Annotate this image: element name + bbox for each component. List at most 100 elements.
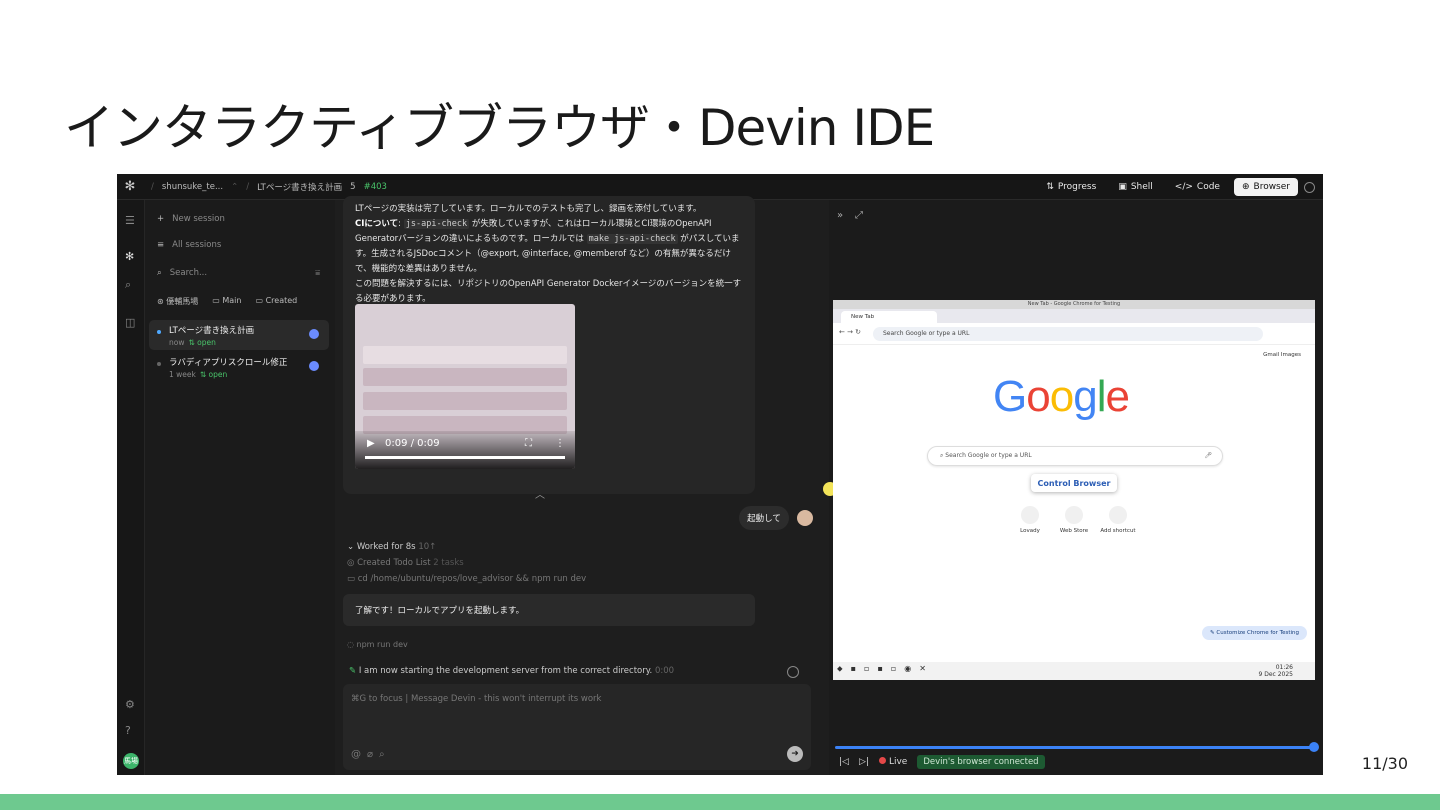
shortcut-tile[interactable]: Lovady — [1005, 506, 1055, 534]
session-badge — [309, 329, 319, 339]
message-composer[interactable]: ⌘G to focus | Message Devin - this won't… — [343, 684, 811, 770]
devin-ide-screenshot: ✻ / shunsuke_te... ⌃ / LTページ書き換え計画 5 #40… — [117, 174, 1323, 775]
search-icon: ⌕ — [157, 268, 162, 278]
session-title: ラバディアプリスクロール修正 — [169, 358, 288, 368]
pull-request-link[interactable]: #403 — [364, 182, 387, 192]
tab-strip: New Tab — [833, 309, 1315, 323]
taskbar-apps[interactable]: ⬥▪▫▪▫◉✕ — [837, 664, 934, 674]
devin-logo-icon[interactable]: ✻ — [117, 179, 143, 194]
breadcrumb-user[interactable]: shunsuke_te... — [162, 182, 223, 192]
search-icon[interactable]: ⌕ — [125, 278, 131, 292]
shortcut-tile[interactable]: Add shortcut — [1093, 506, 1143, 534]
repo-branch-row: ⊛ 優輔馬場 ▭ Main ▭ Created — [157, 296, 297, 307]
devin-reply: 了解です！ローカルでアプリを起動します。 — [343, 594, 755, 626]
session-item[interactable]: ラバディアプリスクロール修正 1 week ⇅ open — [149, 352, 329, 382]
step-item: ▭ cd /home/ubuntu/repos/love_advisor && … — [347, 574, 587, 584]
google-links[interactable]: Gmail Images — [1263, 352, 1301, 358]
fullscreen-icon[interactable]: ⛶ — [525, 438, 532, 449]
file-count: 5 — [350, 181, 356, 192]
google-search-input[interactable]: ⌕ Search Google or type a URL 🎤︎ — [927, 446, 1223, 466]
tab-progress[interactable]: ⇅ Progress — [1038, 178, 1104, 196]
more-icon[interactable]: ⋮ — [555, 438, 565, 449]
message-paragraph: LTページの実装は完了しています。ローカルでのテストも完了し、録画を添付していま… — [355, 204, 702, 214]
inactive-dot-icon — [157, 362, 161, 366]
mic-icon: 🎤︎ — [1204, 452, 1212, 459]
collapse-chevron-icon[interactable]: ︿ — [535, 486, 545, 501]
toolbar: ← → ↻ Search Google or type a URL — [833, 323, 1315, 345]
video-scrubber[interactable] — [365, 456, 565, 459]
chat-panel: LTページの実装は完了しています。ローカルでのテストも完了し、録画を添付していま… — [335, 196, 1038, 775]
status-line: ✎ I am now starting the development serv… — [349, 666, 675, 676]
mention-icon[interactable]: @ — [351, 749, 367, 760]
browser-tab[interactable]: New Tab — [841, 311, 937, 323]
timeline-knob[interactable] — [1309, 742, 1319, 752]
replay-timeline[interactable] — [835, 742, 1319, 752]
session-item[interactable]: LTページ書き換え計画 now ⇅ open — [149, 320, 329, 350]
repo-selector[interactable]: ⊛ 優輔馬場 — [157, 296, 198, 307]
breadcrumb-separator: / — [151, 181, 154, 192]
sessions-sidebar: + New session ≡ All sessions ⌕ Search... ⩸ ⊛… — [145, 200, 335, 775]
panel-icon[interactable]: ◫ — [125, 316, 135, 329]
user-avatar — [797, 510, 813, 526]
worked-summary[interactable]: ⌄ Worked for 8s 10↑ — [347, 542, 436, 552]
os-taskbar: ⬥▪▫▪▫◉✕ 01:26 9 Dec 2025 — [833, 662, 1315, 680]
slide-title: インタラクティブブラウザ・Devin IDE — [64, 99, 935, 157]
command-line: ◌ npm run dev — [347, 640, 408, 649]
breadcrumb-session[interactable]: LTページ書き換え計画 — [257, 181, 342, 193]
session-badge — [309, 361, 319, 371]
search-input[interactable]: ⌕ Search... ⩸ — [157, 268, 320, 278]
stop-icon[interactable] — [787, 666, 799, 678]
search-icon[interactable]: ⌕ — [379, 749, 391, 760]
tab-code[interactable]: </> Code — [1167, 178, 1228, 196]
skip-back-icon[interactable]: |◁ — [839, 757, 849, 767]
browser-panel: » ⤢ New Tab - Google Chrome for Testing … — [823, 200, 1323, 775]
skip-forward-icon[interactable]: ▷| — [859, 757, 869, 767]
devin-icon[interactable]: ✻ — [125, 250, 134, 263]
status-icon: ✎ — [349, 666, 357, 676]
branch-selector[interactable]: ▭ Main — [212, 296, 241, 307]
send-button[interactable]: ➜ — [787, 746, 803, 762]
control-browser-button[interactable]: Control Browser — [1031, 474, 1117, 492]
terminal-icon: ▣ — [1118, 182, 1127, 192]
more-icon[interactable] — [1304, 181, 1315, 193]
user-message: 起動して — [739, 506, 789, 530]
fullscreen-icon[interactable]: ⤢ — [855, 210, 863, 221]
video-time: 0:09 / 0:09 — [385, 438, 440, 449]
attach-icon[interactable]: ⌀ — [367, 749, 379, 760]
video-thumbnail — [363, 316, 567, 434]
composer-placeholder: ⌘G to focus | Message Devin - this won't… — [351, 694, 602, 704]
message-paragraph: CIについて: js-api-check が失敗していますが、これはローカル環境… — [355, 219, 740, 274]
icon-rail: ☰ ✻ ⌕ ◫ ⚙ ? 馬場 — [117, 200, 145, 775]
play-icon[interactable]: ▶ — [367, 438, 375, 449]
breadcrumb-separator: / — [246, 181, 250, 192]
page-number: 11/30 — [1361, 754, 1408, 773]
live-indicator[interactable]: Live — [878, 757, 907, 767]
tab-browser[interactable]: ⊕ Browser — [1233, 178, 1298, 196]
chevron-icon[interactable]: ⌃ — [231, 182, 238, 192]
message-paragraph: この問題を解決するには、リポジトリのOpenAPI Generator Dock… — [355, 279, 742, 304]
back-icon[interactable]: ← → ↻ — [839, 328, 861, 336]
all-sessions-link[interactable]: ≡ All sessions — [157, 240, 221, 250]
menu-icon[interactable]: ☰ — [125, 214, 135, 227]
tab-shell[interactable]: ▣ Shell — [1110, 178, 1160, 196]
address-bar[interactable]: Search Google or type a URL — [873, 327, 1263, 341]
progress-icon: ⇅ — [1046, 182, 1054, 192]
system-clock: 01:26 9 Dec 2025 — [1258, 664, 1293, 678]
filter-icon[interactable]: ⩸ — [315, 268, 320, 278]
expand-icon[interactable]: » — [837, 210, 843, 221]
new-session-button[interactable]: + New session — [157, 214, 225, 224]
session-title: LTページ書き換え計画 — [169, 326, 255, 336]
customize-chrome-button[interactable]: ✎ Customize Chrome for Testing — [1202, 626, 1307, 640]
help-icon[interactable]: ? — [125, 724, 131, 737]
composer-tools: @⌀⌕ — [351, 749, 391, 760]
globe-icon: ⊕ — [1241, 182, 1250, 192]
session-meta: now ⇅ open — [169, 338, 216, 347]
video-player[interactable]: ▶ 0:09 / 0:09 ⛶ ⋮ — [355, 304, 575, 469]
connection-status-badge: Devin's browser connected — [917, 755, 1045, 769]
settings-icon[interactable]: ⚙ — [125, 698, 135, 711]
chrome-window: New Tab - Google Chrome for Testing New … — [833, 300, 1315, 662]
avatar[interactable]: 馬場 — [123, 753, 139, 769]
list-icon: ≡ — [157, 240, 165, 250]
sort-selector[interactable]: ▭ Created — [255, 296, 297, 307]
shortcut-tile[interactable]: Web Store — [1049, 506, 1099, 534]
